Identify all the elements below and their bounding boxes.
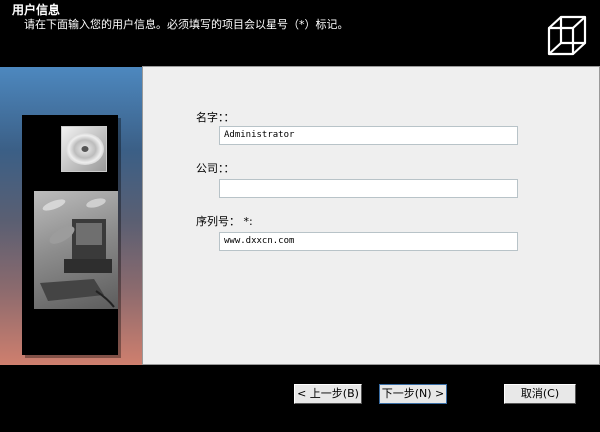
- cd-disc-icon: [61, 126, 107, 172]
- form-panel: 名字：： Administrator 公司：： 序列号： *: www.dxxc…: [142, 66, 600, 365]
- header-banner: 用户信息 请在下面输入您的用户信息。必须填写的项目会以星号（*）标记。: [0, 0, 600, 66]
- computer-illustration-icon: [34, 191, 118, 309]
- name-label: 名字：：: [196, 111, 235, 124]
- company-input[interactable]: [219, 179, 518, 198]
- company-label: 公司：：: [196, 162, 235, 175]
- serial-input[interactable]: www.dxxcn.com: [219, 232, 518, 251]
- side-graphic-frame: [22, 115, 118, 355]
- computer-illustration-svg: [40, 198, 115, 308]
- page-subtitle: 请在下面输入您的用户信息。必须填写的项目会以星号（*）标记。: [24, 18, 349, 31]
- name-input[interactable]: Administrator: [219, 126, 518, 145]
- serial-label: 序列号： *:: [196, 215, 253, 228]
- wireframe-cube-icon: [547, 15, 587, 56]
- side-graphic-panel: [0, 67, 142, 365]
- cancel-button[interactable]: 取消(C): [504, 384, 576, 404]
- cd-disc-shape: [66, 133, 104, 165]
- next-button[interactable]: 下一步(N) >: [378, 383, 448, 405]
- back-button[interactable]: < 上一步(B): [294, 384, 362, 404]
